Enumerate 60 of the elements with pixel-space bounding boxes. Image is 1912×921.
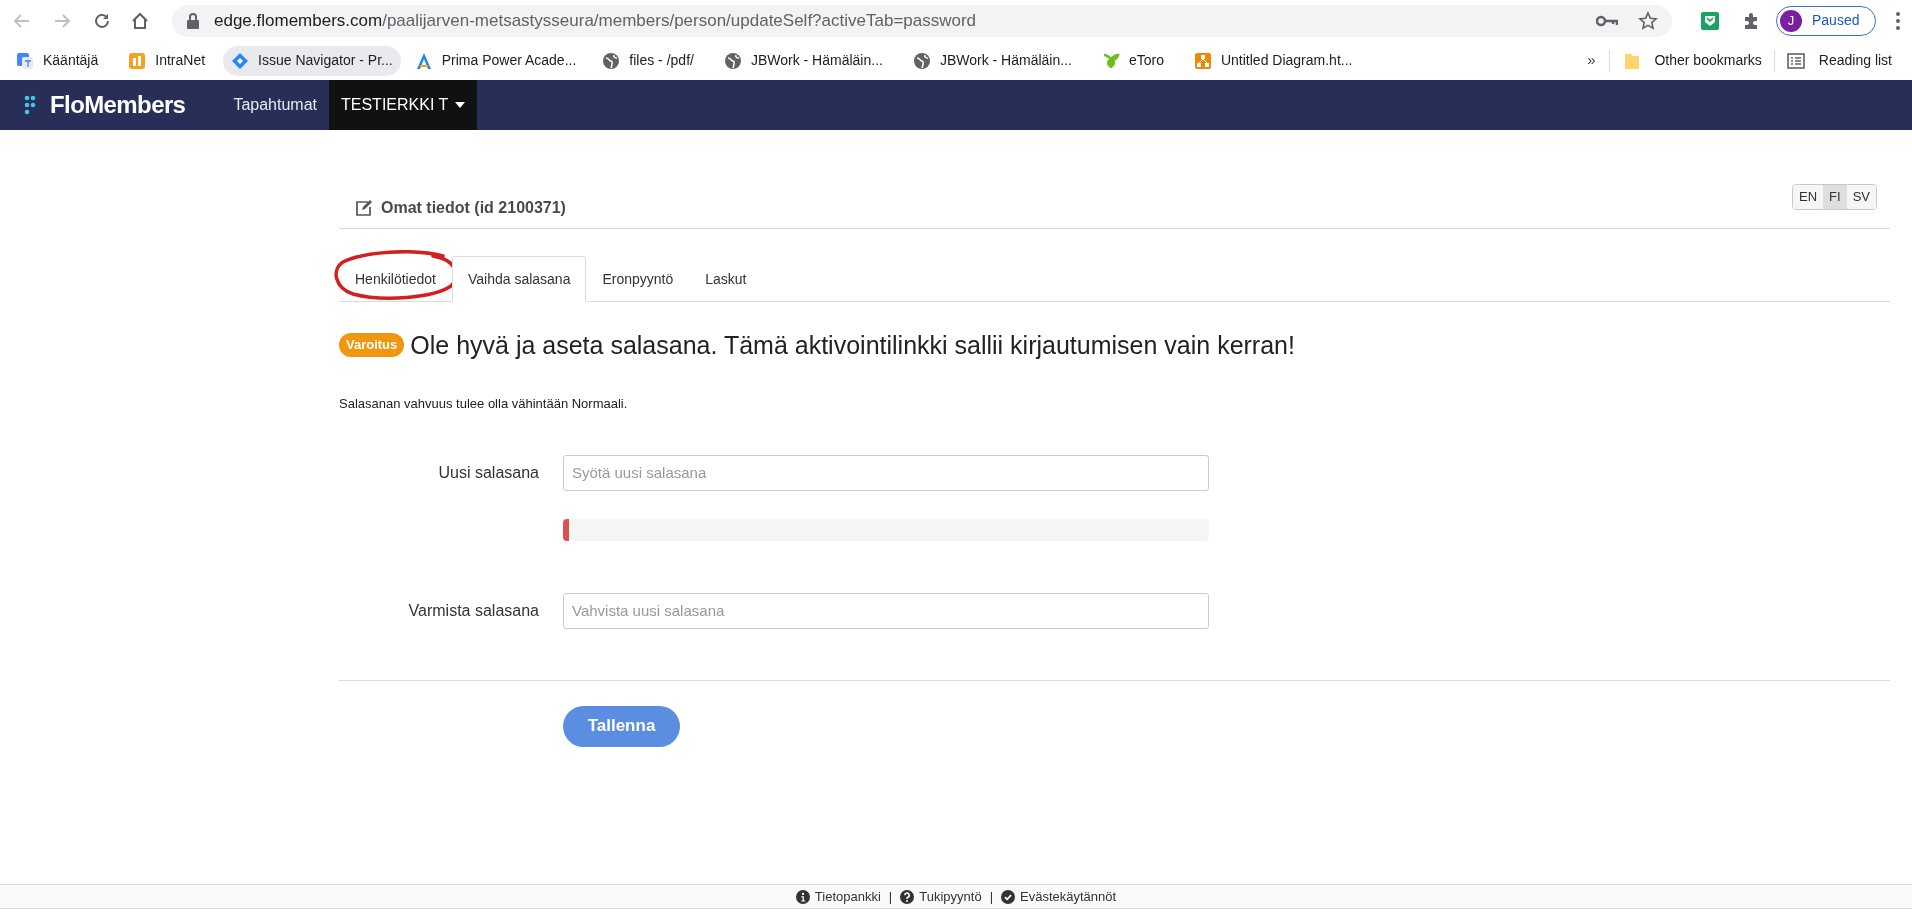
question-icon [900,889,915,904]
other-bookmarks-link[interactable]: Other bookmarks [1624,50,1762,71]
bookmark[interactable]: files - /pdf/ [594,45,702,76]
tab[interactable]: Laskut [689,256,763,302]
bookmark[interactable]: JBWork - Hämäläin... [715,45,891,76]
bookmark[interactable]: Issue Navigator - Pr... [223,45,401,76]
avatar: J [1780,9,1802,32]
tab[interactable]: Eronpyyntö [586,256,690,302]
folder-icon [1624,51,1641,70]
edit-icon [355,199,373,217]
bookmark[interactable]: JBWork - Hämäläin... [904,45,1080,76]
bookmark[interactable]: Prima Power Acade... [406,45,585,76]
diagram-icon [1193,51,1212,70]
address-bar[interactable]: edge.flomembers.com/paalijarven-metsastysseura/members/person/updateSelf?activeTab=password [172,4,1672,37]
warning-badge: Varoitus [339,333,405,357]
nav-item[interactable]: Tapahtumat [221,80,329,130]
tab[interactable]: Vaihda salasana [451,256,587,302]
globe-icon [602,51,621,70]
page-title: Omat tiedot (id 2100371) [381,198,566,218]
leaf-icon [1101,51,1120,70]
field-label: Varmista salasana [408,600,539,621]
language-button[interactable]: SV [1846,185,1876,209]
globe-icon [912,51,931,70]
building-icon [128,51,147,70]
brand-name: FloMembers [50,90,186,120]
more-bookmarks-button[interactable]: » [1587,49,1596,72]
url-text: edge.flomembers.com/paalijarven-metsastysseura/members/person/updateSelf?activeTab=password [214,9,977,32]
lock-icon [186,12,200,29]
shield-extension-icon[interactable] [1700,10,1720,31]
field-label: Uusi salasana [438,462,539,483]
globe-icon [723,51,742,70]
input-field[interactable]: Syötä uusi salasana [563,454,1209,491]
language-button[interactable]: EN [1793,185,1824,209]
list-icon [1786,52,1805,69]
bookmark[interactable]: IntraNet [120,45,214,76]
footer-link[interactable]: Evästekäytännöt [1001,886,1117,907]
check-icon [1001,889,1015,904]
reading-list-link[interactable]: Reading list [1786,50,1892,71]
info-icon [795,889,810,904]
home-icon[interactable] [130,10,150,31]
input-field[interactable]: Vahvista uusi salasana [563,592,1209,629]
language-button[interactable]: FI [1823,185,1847,209]
help-text: Salasanan vahvuus tulee olla vähintään Normaali. [339,395,629,413]
key-icon[interactable] [1596,13,1618,28]
star-icon[interactable] [1638,10,1658,31]
bookmark[interactable]: Kääntäjä [8,45,107,76]
bookmark[interactable]: eToro [1093,45,1172,76]
diamond-icon [231,51,250,70]
bookmark[interactable]: Untitled Diagram.ht... [1185,45,1361,76]
tab[interactable]: Henkilötiedot [339,256,452,302]
separator-text: | [888,887,893,906]
nav-item[interactable]: TESTIERKKI T [329,80,478,130]
footer-link[interactable]: Tukipyyntö [900,886,982,907]
menu-icon[interactable] [1896,11,1900,30]
translate-icon [16,51,34,70]
warning-heading: Ole hyvä ja aseta salasana. Tämä aktivointilinkki sallii kirjautumisen vain kerran! [410,330,1295,361]
dots-logo-icon [24,95,36,115]
triangle-icon [414,51,433,70]
separator-text: | [989,887,993,906]
footer-link[interactable]: Tietopankki [795,886,881,907]
